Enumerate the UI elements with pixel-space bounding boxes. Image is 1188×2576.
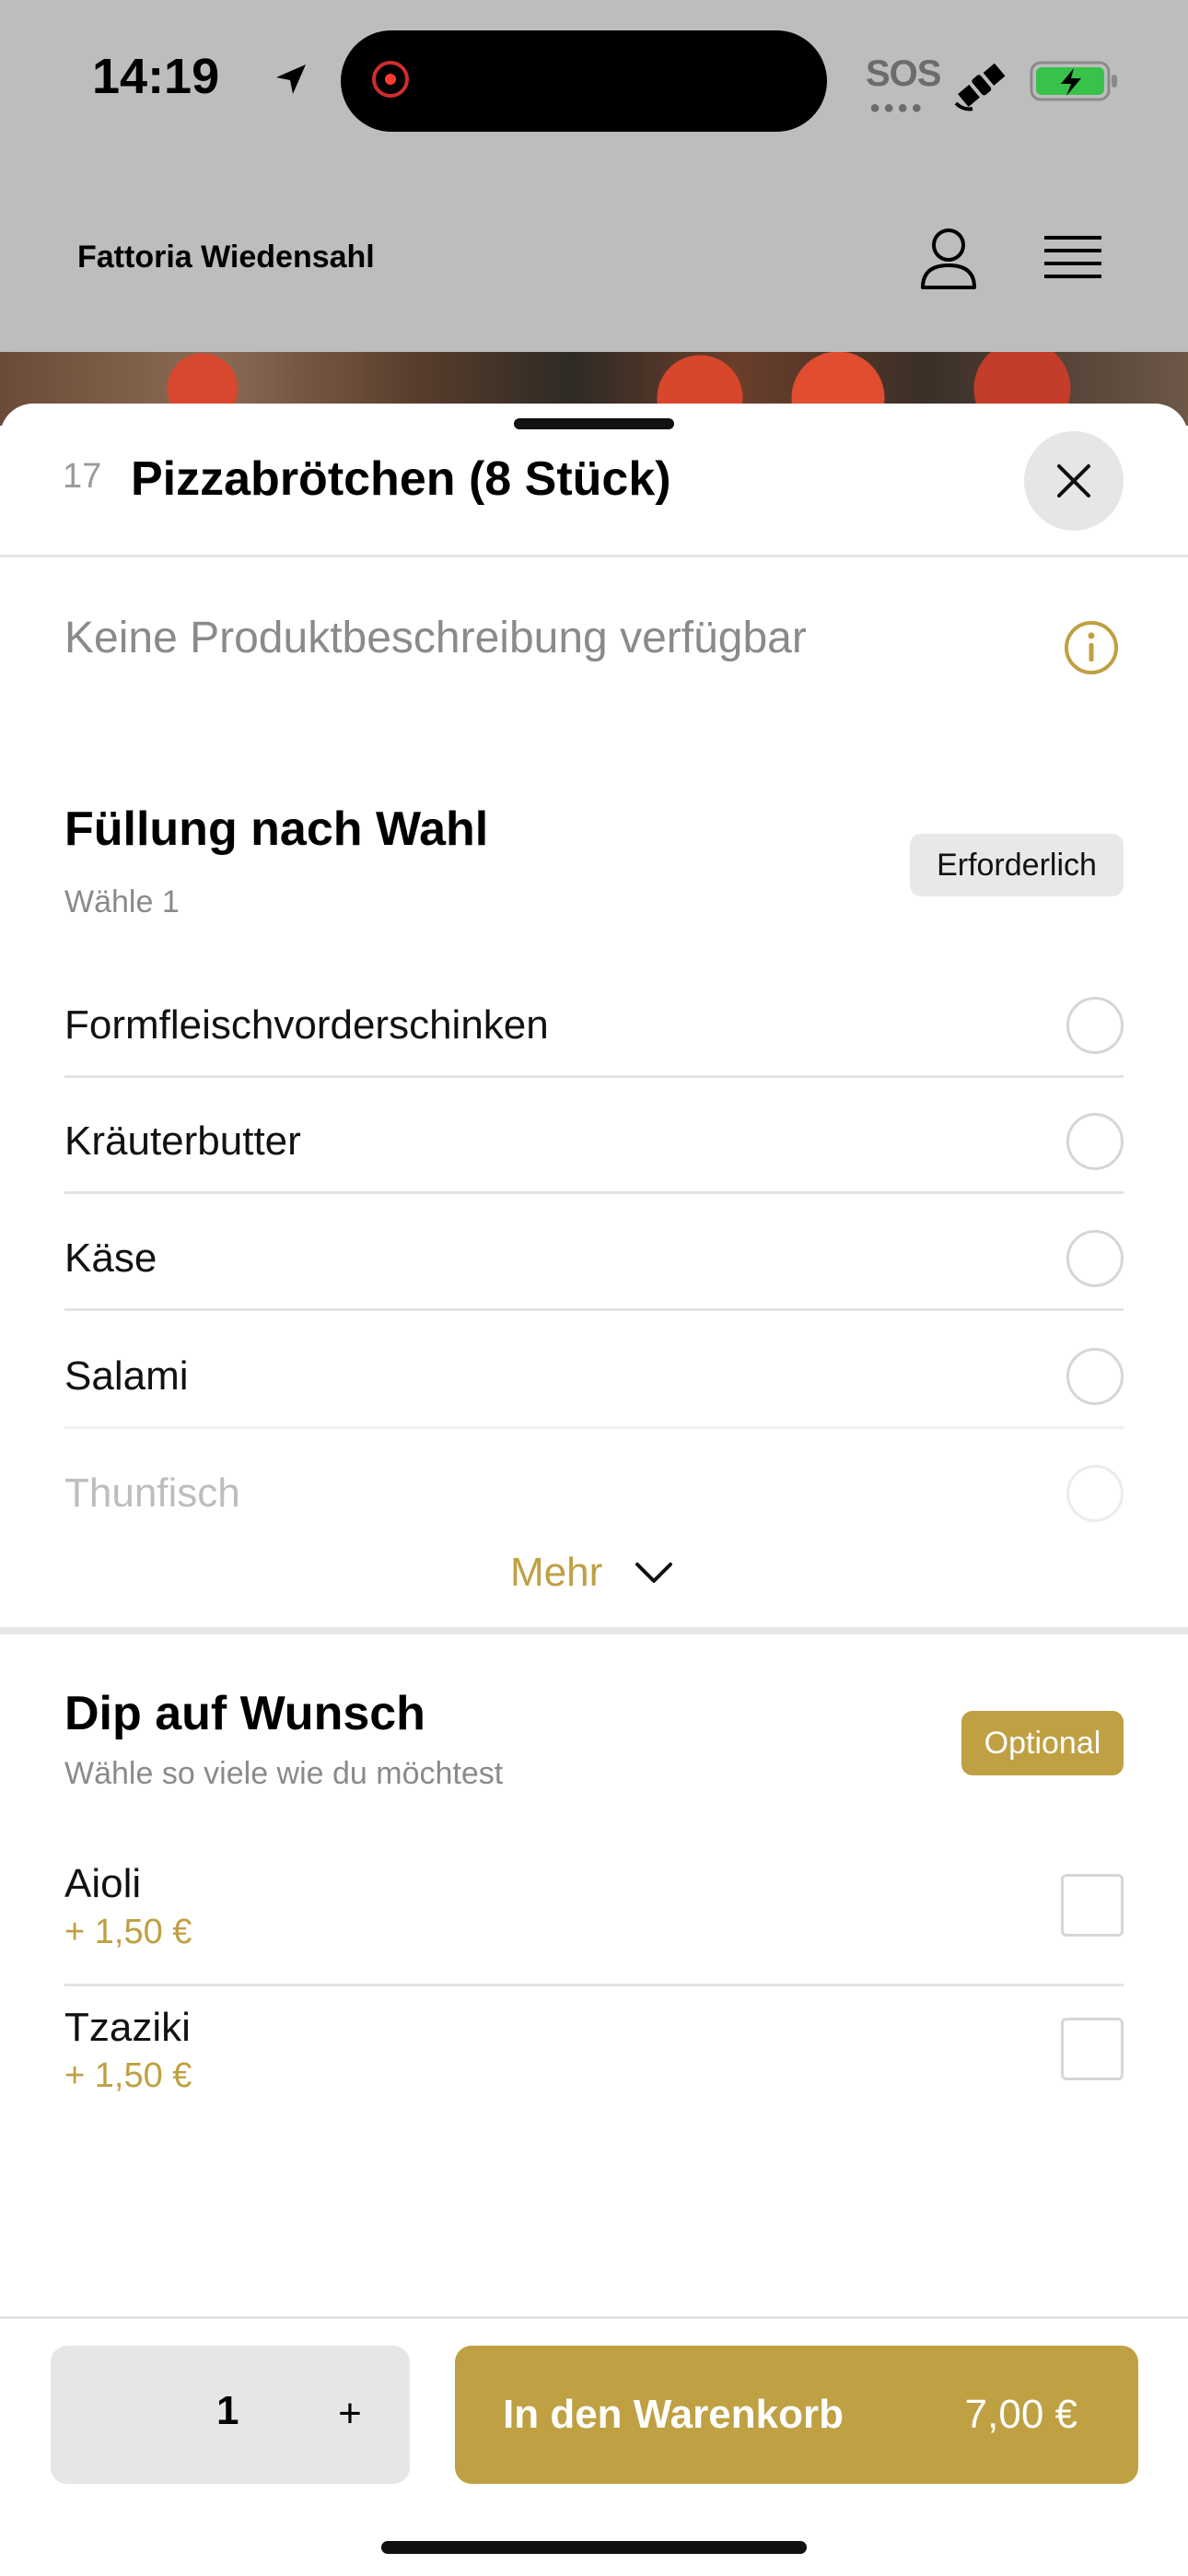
close-button[interactable] <box>1024 431 1124 531</box>
group-subtitle-dip: Wähle so viele wie du möchtest <box>64 1756 504 1791</box>
group-subtitle-fuellung: Wähle 1 <box>64 884 180 919</box>
quantity-stepper[interactable]: 1 + <box>51 2346 410 2484</box>
option-row-kraeuterbutter[interactable]: Kräuterbutter <box>64 1078 1124 1194</box>
location-arrow-icon <box>276 64 306 94</box>
signal-dots-icon: ●●●● <box>869 98 926 118</box>
checkbox[interactable] <box>1061 1874 1124 1937</box>
dip-price: + 1,50 € <box>64 1913 192 1951</box>
more-label: Mehr <box>510 1550 603 1595</box>
option-label: Thunfisch <box>64 1470 240 1516</box>
group-title-dip: Dip auf Wunsch <box>64 1687 425 1740</box>
option-label: Käse <box>64 1235 157 1281</box>
radio-button[interactable] <box>1066 997 1124 1054</box>
dip-row-tzaziki[interactable]: Tzaziki + 1,50 € <box>64 1986 1124 2130</box>
battery-charging-icon <box>1030 61 1117 101</box>
quantity-value: 1 <box>216 2388 239 2433</box>
radio-button[interactable] <box>1066 1348 1124 1405</box>
divider <box>64 1426 1124 1429</box>
dip-name: Tzaziki <box>64 2005 191 2050</box>
chevron-down-icon <box>635 1563 672 1583</box>
dynamic-island <box>341 30 827 132</box>
sos-indicator: SOS <box>866 53 941 94</box>
divider <box>64 1308 1124 1311</box>
section-divider <box>0 1627 1188 1634</box>
divider <box>0 555 1188 557</box>
product-description: Keine Produktbeschreibung verfügbar <box>64 614 807 662</box>
hamburger-menu-icon[interactable] <box>1042 230 1103 286</box>
radio-button[interactable] <box>1066 1230 1124 1287</box>
cart-price: 7,00 € <box>964 2392 1077 2437</box>
option-label: Kräuterbutter <box>64 1118 301 1164</box>
item-number: 17 <box>63 457 102 496</box>
optional-badge: Optional <box>961 1711 1124 1775</box>
dip-name: Aioli <box>64 1861 142 1906</box>
user-profile-icon[interactable] <box>917 225 980 291</box>
more-button[interactable]: Mehr <box>497 1546 691 1601</box>
add-to-cart-button[interactable]: In den Warenkorb 7,00 € <box>455 2346 1138 2484</box>
product-title: Pizzabrötchen (8 Stück) <box>131 452 671 506</box>
dip-price: + 1,50 € <box>64 2056 192 2095</box>
group-title-fuellung: Füllung nach Wahl <box>64 802 489 856</box>
close-icon <box>1057 464 1090 498</box>
option-row-kaese[interactable]: Käse <box>64 1195 1124 1311</box>
option-row-thunfisch[interactable]: Thunfisch <box>64 1430 1124 1546</box>
divider <box>0 2316 1188 2319</box>
option-label: Salami <box>64 1353 189 1399</box>
home-indicator[interactable] <box>381 2541 807 2554</box>
brand-title[interactable]: Fattoria Wiedensahl <box>77 240 375 275</box>
status-time: 14:19 <box>92 49 220 104</box>
sheet-grabber[interactable] <box>514 418 674 429</box>
add-to-cart-label: In den Warenkorb <box>503 2392 844 2437</box>
increase-quantity-button[interactable]: + <box>318 2386 382 2441</box>
option-row-salami[interactable]: Salami <box>64 1313 1124 1429</box>
satellite-icon <box>954 63 1006 111</box>
checkbox[interactable] <box>1061 2018 1124 2080</box>
option-row-formfleischvorderschinken[interactable]: Formfleischvorderschinken <box>64 962 1124 1078</box>
radio-button[interactable] <box>1066 1113 1124 1170</box>
required-badge: Erforderlich <box>910 834 1124 896</box>
option-label: Formfleischvorderschinken <box>64 1002 549 1048</box>
dip-row-aioli[interactable]: Aioli + 1,50 € <box>64 1843 1124 1986</box>
info-icon[interactable] <box>1063 619 1120 676</box>
divider <box>64 1191 1124 1194</box>
radio-button[interactable] <box>1066 1465 1124 1522</box>
screen-recording-icon <box>372 61 409 98</box>
